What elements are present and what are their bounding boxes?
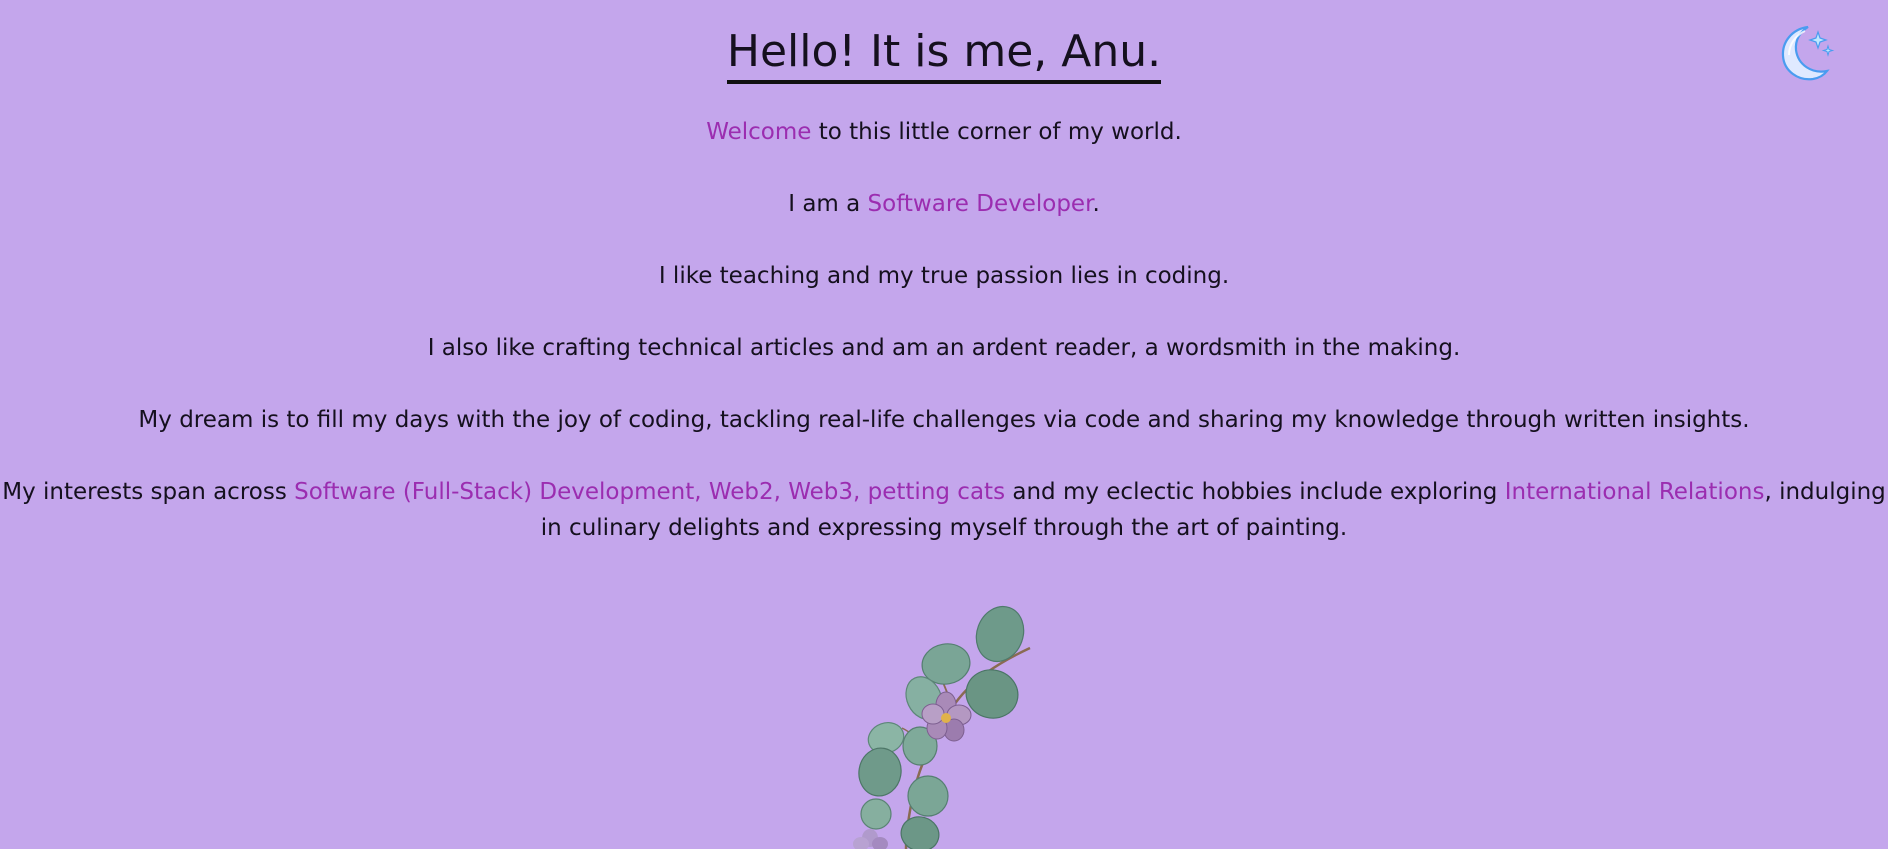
role-suffix: . (1092, 191, 1100, 217)
welcome-line: Welcome to this little corner of my worl… (0, 114, 1888, 150)
welcome-highlight: Welcome (706, 119, 812, 145)
eucalyptus-flower-sprig-icon (853, 605, 1031, 849)
decorative-sprig (840, 600, 1040, 849)
role-line: I am a Software Developer. (0, 186, 1888, 222)
page-title-text: Hello! It is me, Anu. (726, 24, 1162, 84)
hobbies-highlight: International Relations (1504, 479, 1765, 505)
moon-stars-icon (1781, 25, 1835, 81)
interests-highlight: Software (Full-Stack) Development, Web2,… (294, 479, 1006, 505)
welcome-rest: to this little corner of my world. (811, 119, 1182, 145)
interests-paragraph: My interests span across Software (Full-… (0, 474, 1888, 546)
role-highlight: Software Developer (867, 191, 1093, 217)
dream-line: My dream is to fill my days with the joy… (138, 407, 1750, 433)
interests-middle: and my eclectic hobbies include explorin… (1005, 479, 1505, 505)
page: Hello! It is me, Anu. Welcome to this li… (0, 0, 1888, 849)
theme-toggle-button[interactable] (1774, 22, 1836, 84)
interests-prefix: My interests span across (2, 479, 295, 505)
passion-line: I like teaching and my true passion lies… (658, 263, 1230, 289)
writing-line: I also like crafting technical articles … (427, 335, 1461, 361)
role-prefix: I am a (788, 191, 868, 217)
page-title: Hello! It is me, Anu. (0, 22, 1888, 84)
